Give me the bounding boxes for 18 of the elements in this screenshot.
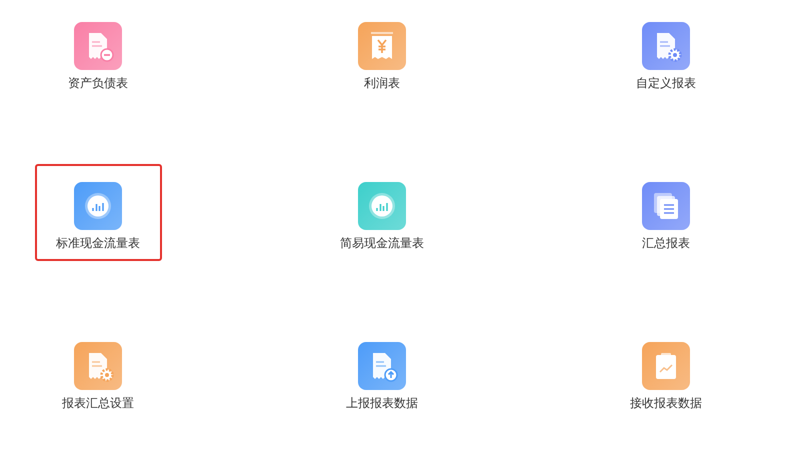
report-tile[interactable]: 上报报表数据 xyxy=(318,324,446,421)
report-label: 接收报表数据 xyxy=(630,395,702,412)
report-label: 报表汇总设置 xyxy=(62,395,134,412)
report-label: 简易现金流量表 xyxy=(340,235,424,252)
report-tile[interactable]: 资产负债表 xyxy=(34,4,162,101)
report-tile[interactable]: 汇总报表 xyxy=(602,164,730,261)
report-tile[interactable]: 简易现金流量表 xyxy=(318,164,446,261)
report-label: 利润表 xyxy=(364,75,400,92)
report-tile[interactable]: 自定义报表 xyxy=(602,4,730,101)
report-label: 标准现金流量表 xyxy=(56,235,140,252)
report-tile[interactable]: 报表汇总设置 xyxy=(34,324,162,421)
report-tile[interactable]: 接收报表数据 xyxy=(602,324,730,421)
report-label: 自定义报表 xyxy=(636,75,696,92)
report-label: 资产负债表 xyxy=(68,75,128,92)
report-label: 汇总报表 xyxy=(642,235,690,252)
report-tile[interactable]: 标准现金流量表 xyxy=(34,164,162,261)
report-tile[interactable]: 利润表 xyxy=(318,4,446,101)
report-label: 上报报表数据 xyxy=(346,395,418,412)
